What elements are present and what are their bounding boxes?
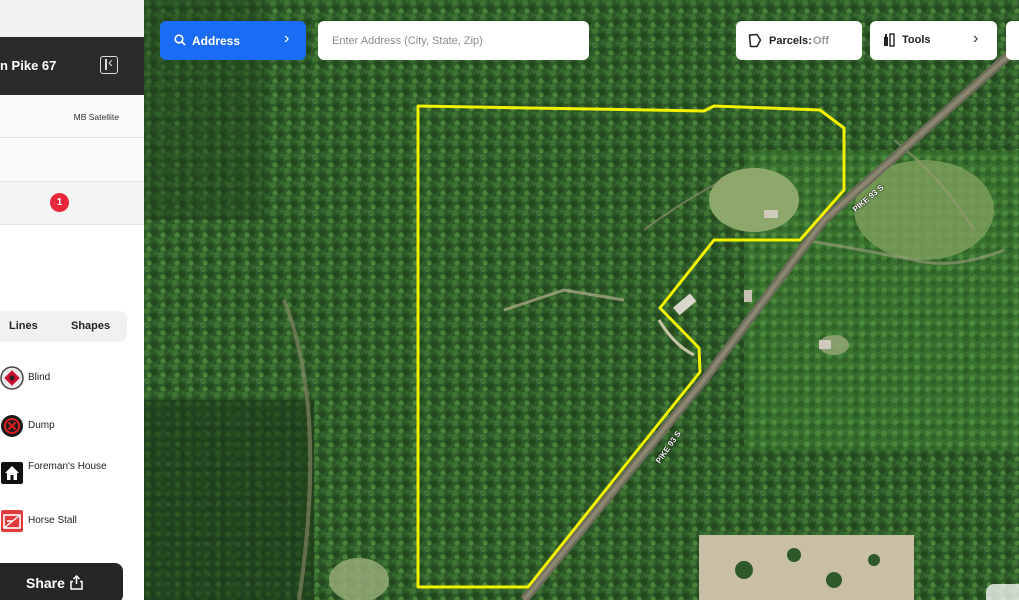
address-input[interactable] bbox=[318, 21, 589, 60]
marker-label: Dump bbox=[28, 420, 55, 431]
property-title: n Pike 67 bbox=[0, 58, 57, 73]
tools-label: Tools bbox=[902, 34, 931, 46]
map-layer-row[interactable]: MB Satellite bbox=[0, 95, 144, 138]
tools-icon bbox=[884, 33, 895, 47]
marker-label: Blind bbox=[28, 372, 51, 383]
marker-item-dump[interactable]: Dump bbox=[0, 409, 144, 443]
tab-shapes[interactable]: Shapes bbox=[71, 320, 110, 332]
sidebar: n Pike 67 MB Satellite 1 Lines Shapes Bl… bbox=[0, 0, 144, 600]
drawing-tabs: Lines Shapes bbox=[0, 311, 127, 342]
collapse-sidebar-icon[interactable] bbox=[100, 54, 118, 74]
share-label: Share bbox=[26, 575, 65, 591]
map-imagery bbox=[144, 0, 1019, 600]
blind-icon bbox=[0, 366, 24, 390]
chevron-right-icon: › bbox=[284, 30, 290, 47]
map-corner-control[interactable] bbox=[986, 584, 1019, 600]
chevron-right-icon: › bbox=[973, 30, 979, 47]
sidebar-row[interactable] bbox=[0, 138, 144, 182]
share-icon bbox=[70, 575, 83, 590]
sidebar-top-strip bbox=[0, 0, 144, 37]
share-button[interactable]: Share bbox=[0, 563, 123, 600]
sidebar-header: n Pike 67 bbox=[0, 37, 144, 95]
parcels-toggle[interactable]: Parcels: Off bbox=[736, 21, 862, 60]
marker-label: Foreman's House bbox=[28, 461, 107, 472]
dump-icon bbox=[1, 415, 23, 437]
count-badge: 1 bbox=[50, 193, 69, 212]
marker-item-foremans-house[interactable]: Foreman's House bbox=[0, 456, 144, 490]
map-layer-label: MB Satellite bbox=[73, 112, 119, 122]
marker-item-blind[interactable]: Blind bbox=[0, 361, 144, 395]
parcels-label: Parcels: bbox=[769, 35, 812, 47]
marker-item-horse-stall[interactable]: Horse Stall bbox=[0, 504, 144, 538]
horse-stall-icon bbox=[1, 510, 23, 532]
tools-button[interactable]: Tools › bbox=[870, 21, 997, 60]
address-button-label: Address bbox=[192, 34, 241, 48]
extra-control-button[interactable] bbox=[1006, 21, 1019, 60]
tab-lines[interactable]: Lines bbox=[9, 320, 38, 332]
parcels-value: Off bbox=[813, 35, 829, 47]
parcel-shape-icon bbox=[748, 33, 762, 48]
markers-row[interactable]: 1 bbox=[0, 182, 144, 225]
marker-label: Horse Stall bbox=[28, 515, 77, 526]
satellite-map[interactable] bbox=[144, 0, 1019, 600]
search-icon bbox=[174, 34, 186, 46]
address-search-button[interactable]: Address › bbox=[160, 21, 306, 60]
house-icon bbox=[1, 462, 23, 484]
